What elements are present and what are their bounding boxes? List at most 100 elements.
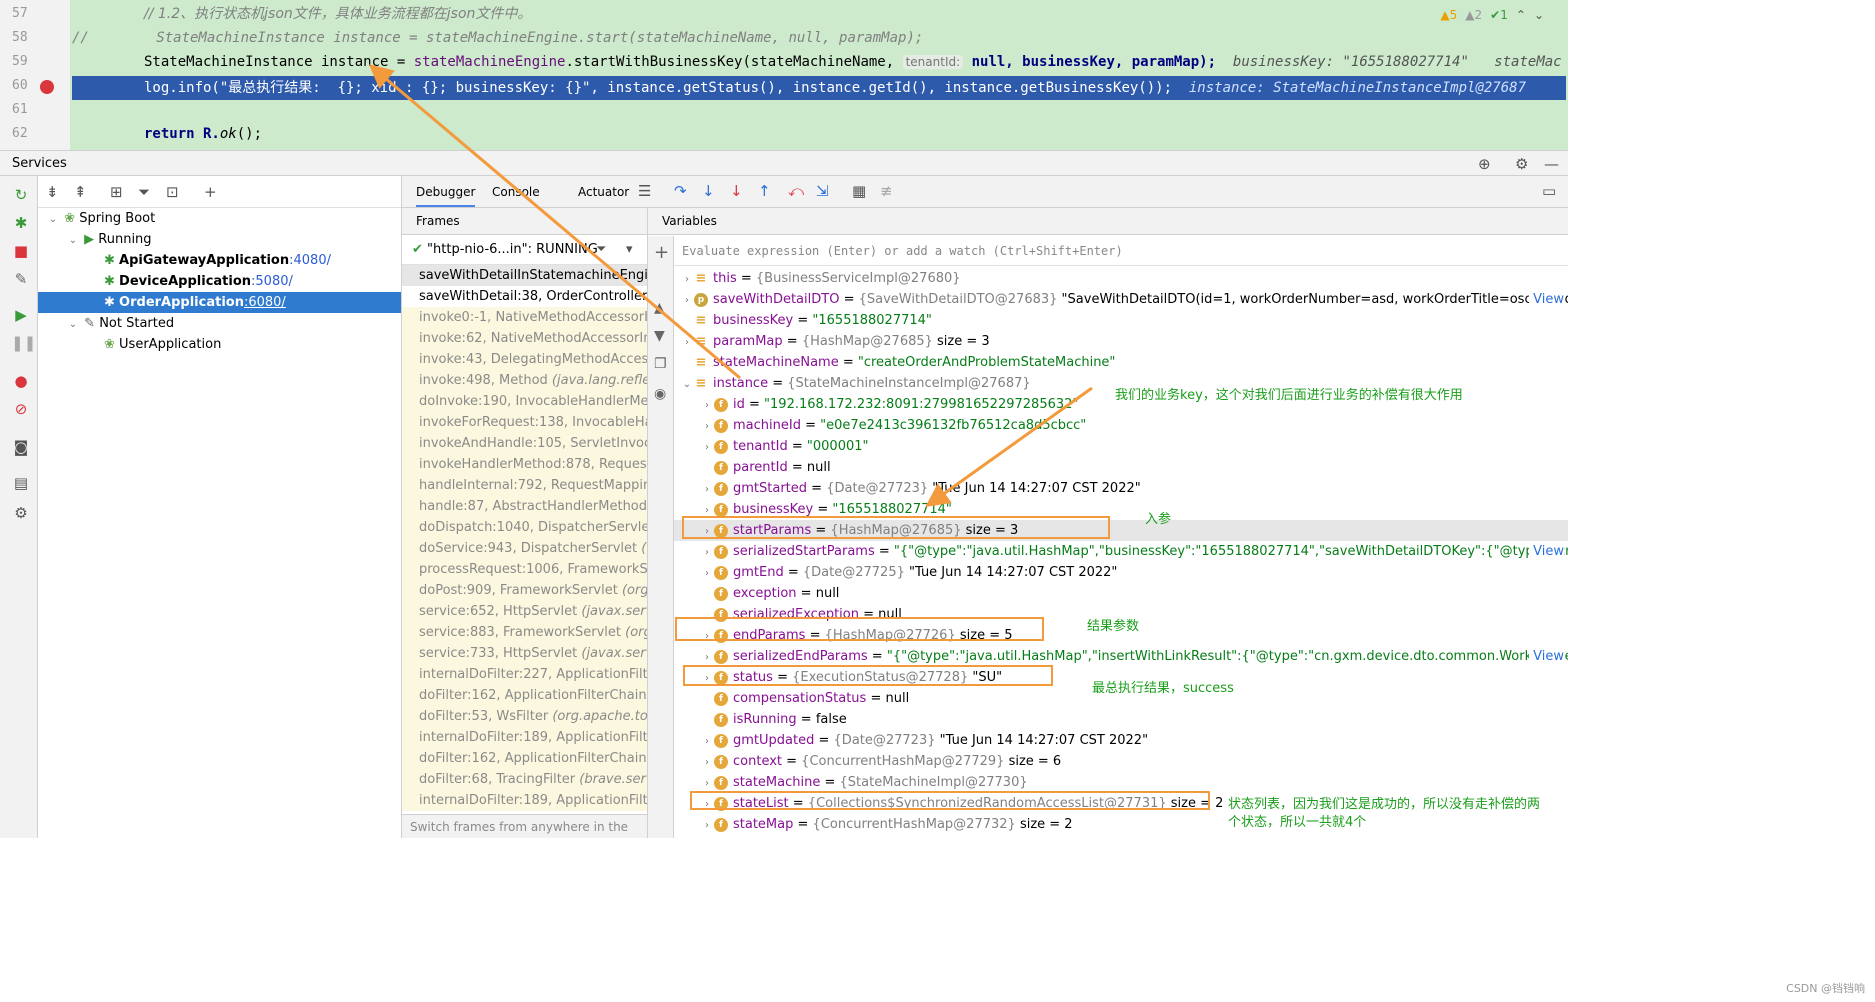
variable-row[interactable]: › f stateMap = {ConcurrentHashMap@27732} s… [674,814,1568,835]
variable-row[interactable]: ≡ stateMachineName = "createOrderAndProbl… [674,352,1568,373]
frame-item[interactable]: invokeHandlerMethod:878, RequestMap [402,454,647,475]
tree-node-api-gateway[interactable]: ✱ ApiGatewayApplication:4080/ [104,250,331,271]
debug-icon[interactable]: ✱ [11,214,31,232]
inspection-widget[interactable]: ▲5 ▲2 ✔1 ⌃ ⌄ [1440,8,1544,22]
frame-item[interactable]: doInvoke:190, InvocableHandlerMethod [402,391,647,412]
frame-item[interactable]: service:883, FrameworkServlet (org.sprin… [402,622,647,643]
frame-item[interactable]: doPost:909, FrameworkServlet (org.spring [402,580,647,601]
filter-icon[interactable]: ⏷ [138,183,150,201]
port-link[interactable]: :4080/ [289,253,331,268]
expand-arrow-icon[interactable]: › [700,416,714,436]
frame-item[interactable]: doService:943, DispatcherServlet (org.sp… [402,538,647,559]
tree-node-running[interactable]: ⌄ ▶ Running [66,229,152,250]
frame-item[interactable]: invokeForRequest:138, InvocableHandler [402,412,647,433]
eye-icon[interactable]: ◉ [654,386,666,402]
chevron-down-icon[interactable]: ⌄ [1534,8,1544,22]
frame-item[interactable]: internalDoFilter:227, ApplicationFilterC… [402,664,647,685]
variable-row[interactable]: › f gmtUpdated = {Date@27723} "Tue Jun 14 … [674,730,1568,751]
variable-row[interactable]: › p saveWithDetailDTO = {SaveWithDetailDTO… [674,289,1568,310]
frame-item[interactable]: service:652, HttpServlet (javax.servlet.… [402,601,647,622]
view-link[interactable]: View [1529,541,1564,562]
frame-item[interactable]: doDispatch:1040, DispatcherServlet (org. [402,517,647,538]
expand-arrow-icon[interactable]: › [680,290,694,310]
target-icon[interactable]: ⊕ [1478,155,1491,173]
tab-console[interactable]: Console [492,185,540,199]
variable-row[interactable]: › f tenantId = "000001" [674,436,1568,457]
frame-item[interactable]: saveWithDetail:38, OrderController (cn.g… [402,286,647,307]
tree-node-not-started[interactable]: ⌄ ✎ Not Started [66,313,174,334]
copy-icon[interactable]: ❐ [654,356,667,372]
frame-item[interactable]: doFilter:53, WsFilter (org.apache.tomcat… [402,706,647,727]
frame-item[interactable]: handleInternal:792, RequestMappingHar [402,475,647,496]
frame-item[interactable]: doFilter:162, ApplicationFilterChain (or… [402,748,647,769]
variable-row[interactable]: › f gmtEnd = {Date@27725} "Tue Jun 14 14:2… [674,562,1568,583]
menu-icon[interactable]: ☰ [638,182,651,200]
expand-arrow-icon[interactable]: › [700,773,714,793]
variable-row[interactable]: ≡ businessKey = "1655188027714" [674,310,1568,331]
expand-arrow-icon[interactable]: › [700,647,714,667]
settings-icon[interactable]: ⚙ [11,504,31,522]
tree-node-device[interactable]: ✱ DeviceApplication:5080/ [104,271,293,292]
chevron-down-icon[interactable]: ⌄ [66,230,80,251]
step-over-icon[interactable]: ↷ [674,182,687,200]
frame-item[interactable]: handle:87, AbstractHandlerMethodAdap [402,496,647,517]
filter-icon[interactable]: ⏷ [596,235,606,265]
view-link[interactable]: View [1529,289,1564,310]
expand-arrow-icon[interactable]: › [700,395,714,415]
variable-row[interactable]: › f gmtStarted = {Date@27723} "Tue Jun 14 … [674,478,1568,499]
scroll-up-icon[interactable]: ▲ [654,300,665,316]
variable-row[interactable]: › ≡ paramMap = {HashMap@27685} size = 3 [674,331,1568,352]
minimize-icon[interactable]: — [1544,155,1559,173]
new-tab-icon[interactable]: ⊡ [166,183,179,201]
variable-row[interactable]: f exception = null [674,583,1568,604]
frame-item[interactable]: processRequest:1006, FrameworkServlet ( [402,559,647,580]
variable-row[interactable]: f parentId = null [674,457,1568,478]
gear-icon[interactable]: ⚙ [1515,155,1528,173]
drop-frame-icon[interactable]: ⤺ [788,182,804,200]
camera-icon[interactable]: ◙ [11,438,31,456]
frame-item[interactable]: saveWithDetailInStatemachineEngine:60 [402,265,647,286]
variable-row[interactable]: › f serializedEndParams = "{"@type":"java.… [674,646,1568,667]
chevron-down-icon[interactable]: ⌄ [66,314,80,335]
step-out-icon[interactable]: ↑ [758,182,771,200]
expand-arrow-icon[interactable]: › [700,542,714,562]
breakpoint-icon[interactable] [40,80,54,94]
frame-item[interactable]: invokeAndHandle:105, ServletInvocableH [402,433,647,454]
expand-arrow-icon[interactable]: › [700,752,714,772]
code-editor[interactable]: 57 58 59 60 61 62 // 1.2、执行状态机json文件，具体业… [0,0,1568,150]
tab-actuator[interactable]: Actuator [578,185,629,199]
run-to-cursor-icon[interactable]: ⇲ [816,182,829,200]
expand-arrow-icon[interactable]: › [700,563,714,583]
expand-arrow-icon[interactable]: › [700,437,714,457]
add-icon[interactable]: + [204,183,217,201]
tab-debugger[interactable]: Debugger [416,185,476,207]
variable-row[interactable]: › f machineId = "e0e7e2413c396132fb76512ca… [674,415,1568,436]
frame-item[interactable]: internalDoFilter:189, ApplicationFilterC… [402,727,647,748]
expand-all-icon[interactable]: ⇟ [46,183,59,201]
expand-arrow-icon[interactable]: › [700,479,714,499]
frame-item[interactable]: invoke:43, DelegatingMethodAccessorIm [402,349,647,370]
frame-item[interactable]: invoke:62, NativeMethodAccessorImpl (s [402,328,647,349]
evaluate-expression-input[interactable]: Evaluate expression (Enter) or add a wat… [674,236,1568,266]
tree-node-user[interactable]: ❀ UserApplication [104,334,221,355]
frame-item[interactable]: internalDoFilter:189, ApplicationFilterC… [402,790,647,811]
variable-row[interactable]: › f context = {ConcurrentHashMap@27729} si… [674,751,1568,772]
rerun-icon[interactable]: ↻ [11,186,31,204]
chevron-down-icon[interactable]: ⌄ [46,209,60,230]
layout-icon[interactable]: ▤ [11,474,31,492]
port-link[interactable]: :6080/ [244,295,286,310]
expand-arrow-icon[interactable]: › [700,815,714,835]
step-into-icon[interactable]: ↓ [702,182,715,200]
expand-arrow-icon[interactable]: › [680,269,694,289]
port-link[interactable]: :5080/ [251,274,293,289]
variable-row[interactable]: › ≡ this = {BusinessServiceImpl@27680} [674,268,1568,289]
frame-item[interactable]: invoke0:-1, NativeMethodAccessorImpl (s [402,307,647,328]
expand-arrow-icon[interactable]: ⌄ [680,374,694,394]
scroll-down-icon[interactable]: ▼ [654,328,665,344]
force-step-into-icon[interactable]: ↓ [730,182,743,200]
frame-item[interactable]: invoke:498, Method (java.lang.reflect) [402,370,647,391]
chevron-up-icon[interactable]: ⌃ [1516,8,1526,22]
variable-row[interactable]: › f serializedStartParams = "{"@type":"jav… [674,541,1568,562]
expand-arrow-icon[interactable]: › [680,332,694,352]
mute-breakpoints-icon[interactable]: ⊘ [11,400,31,418]
